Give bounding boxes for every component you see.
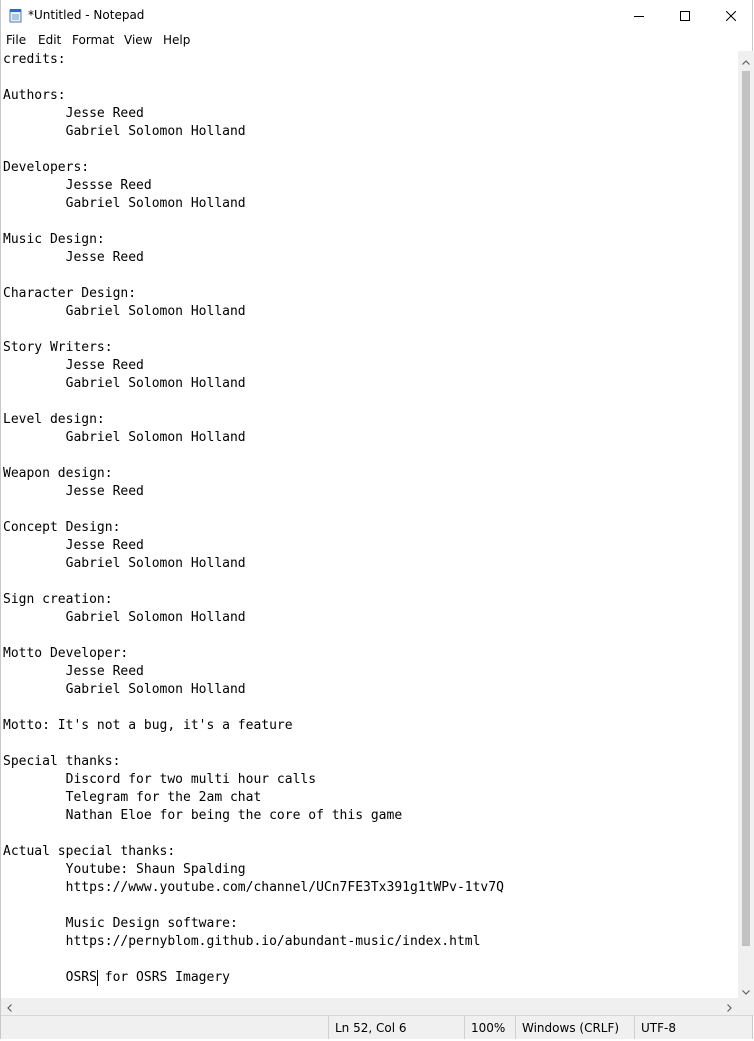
editor-line: Gabriel Solomon Holland — [3, 376, 246, 391]
notepad-icon — [9, 8, 22, 23]
editor-line: Sign creation: — [3, 592, 113, 607]
editor-line: Level design: — [3, 412, 105, 427]
editor-line: Story Writers: — [3, 340, 113, 355]
editor-line: Authors: — [3, 88, 66, 103]
scroll-up-arrow[interactable] — [738, 51, 754, 68]
editor-line: credits: — [3, 52, 66, 67]
scrollbar-corner — [738, 998, 754, 1015]
menu-file[interactable]: File — [5, 33, 27, 47]
horizontal-scrollbar[interactable] — [1, 998, 738, 1015]
editor-line: Jesse Reed — [3, 538, 144, 553]
editor-line: Jesse Reed — [3, 250, 144, 265]
minimize-button[interactable] — [616, 0, 662, 31]
close-button[interactable] — [708, 0, 754, 31]
window-title: *Untitled - Notepad — [28, 8, 145, 22]
chevron-up-icon — [742, 50, 750, 69]
editor-line: Youtube: Shaun Spalding — [3, 862, 246, 877]
encoding: UTF-8 — [634, 1016, 754, 1039]
editor-line: Jesse Reed — [3, 358, 144, 373]
editor-line: Gabriel Solomon Holland — [3, 304, 246, 319]
vertical-scrollbar[interactable] — [738, 51, 754, 998]
editor-line: Music Design: — [3, 232, 105, 247]
scroll-left-arrow[interactable] — [1, 998, 18, 1015]
menu-help[interactable]: Help — [162, 33, 191, 47]
line-ending: Windows (CRLF) — [515, 1016, 634, 1039]
close-icon — [726, 10, 736, 21]
editor-line: Telegram for the 2am chat — [3, 790, 262, 805]
editor-line: Character Design: — [3, 286, 137, 301]
editor-line: Gabriel Solomon Holland — [3, 556, 246, 571]
chevron-left-icon — [7, 997, 12, 1016]
zoom-level: 100% — [464, 1016, 515, 1039]
editor-line: Music Design software: — [3, 916, 238, 931]
editor-line: Concept Design: — [3, 520, 121, 535]
vertical-scroll-thumb[interactable] — [742, 71, 750, 946]
text-editor[interactable]: credits: Authors: Jesse Reed Gabriel Solo… — [1, 51, 738, 998]
chevron-down-icon — [742, 980, 750, 999]
editor-line: Nathan Eloe for being the core of this g… — [3, 808, 403, 823]
editor-line: Jesse Reed — [3, 484, 144, 499]
menu-bar: File Edit Format View Help — [1, 31, 752, 51]
notepad-window: *Untitled - Notepad File Edit Format Vie… — [0, 0, 754, 1039]
editor-line: Jesse Reed — [3, 106, 144, 121]
maximize-button[interactable] — [662, 0, 708, 31]
scroll-down-arrow[interactable] — [738, 981, 754, 998]
editor-line: https://pernyblom.github.io/abundant-mus… — [3, 934, 481, 949]
editor-line: Discord for two multi hour calls — [3, 772, 317, 787]
editor-line: Special thanks: — [3, 754, 121, 769]
editor-line: Motto: It's not a bug, it's a feature — [3, 718, 293, 733]
menu-view[interactable]: View — [123, 33, 153, 47]
editor-line: Weapon design: — [3, 466, 113, 481]
cursor-position: Ln 52, Col 6 — [328, 1016, 464, 1039]
editor-line: Motto Developer: — [3, 646, 129, 661]
title-bar[interactable]: *Untitled - Notepad — [1, 0, 752, 31]
editor-line: Jessse Reed — [3, 178, 152, 193]
text-caret — [96, 970, 98, 986]
editor-line: Gabriel Solomon Holland — [3, 196, 246, 211]
chevron-right-icon — [727, 997, 732, 1016]
status-bar: Ln 52, Col 6 100% Windows (CRLF) UTF-8 — [1, 1015, 752, 1039]
editor-line: Gabriel Solomon Holland — [3, 124, 246, 139]
editor-line: Gabriel Solomon Holland — [3, 682, 246, 697]
editor-line: https://www.youtube.com/channel/UCn7FE3T… — [3, 880, 504, 895]
editor-line: OSRS for OSRS Imagery — [3, 970, 230, 985]
editor-line: Actual special thanks: — [3, 844, 176, 859]
menu-format[interactable]: Format — [71, 33, 115, 47]
menu-edit[interactable]: Edit — [37, 33, 62, 47]
editor-line: Gabriel Solomon Holland — [3, 610, 246, 625]
editor-line: Jesse Reed — [3, 664, 144, 679]
minimize-icon — [634, 11, 644, 21]
editor-line: Gabriel Solomon Holland — [3, 430, 246, 445]
maximize-icon — [680, 10, 690, 21]
scroll-right-arrow[interactable] — [721, 998, 738, 1015]
editor-line: Developers: — [3, 160, 90, 175]
